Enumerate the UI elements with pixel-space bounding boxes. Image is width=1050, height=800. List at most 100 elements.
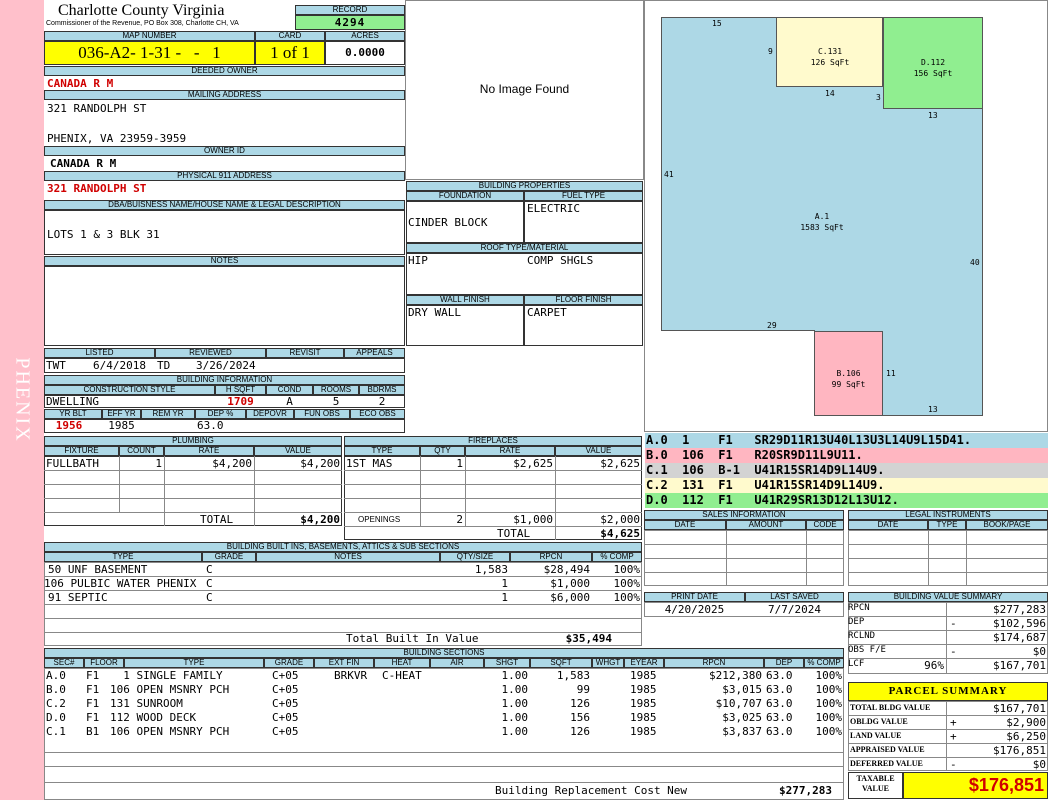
vs-rclnd: $174,687 xyxy=(993,631,1046,644)
mailing-address-label: MAILING ADDRESS xyxy=(44,90,405,100)
yrblt-label: YR BLT xyxy=(44,409,102,419)
sections-shgt-header: SHGT xyxy=(484,658,530,668)
ps-deferred: $0 xyxy=(1032,758,1046,771)
map-number: 036-A2- 1-31 - - 1 xyxy=(44,41,255,65)
bdrms-label: BDRMS xyxy=(359,385,405,395)
yrblt: 1956 xyxy=(55,419,83,432)
sketch-segment: D.0 112 F1 U41R29SR13D12L13U12. xyxy=(645,493,1048,508)
rooms-label: ROOMS xyxy=(313,385,359,395)
sketch-dimension: 15 xyxy=(712,19,722,28)
physical-address-label: PHYSICAL 911 ADDRESS xyxy=(44,171,405,181)
openings-label: OPENINGS xyxy=(358,515,401,524)
sketch-dimension: 11 xyxy=(886,369,896,378)
builtins-qty-header: QTY/SIZE xyxy=(440,552,510,562)
builtins-row-comp: 100% xyxy=(613,563,641,576)
replacement-cost: $277,283 xyxy=(779,784,832,797)
ps-deferred-label: DEFERRED VALUE xyxy=(850,759,923,768)
builtins-row-grade: C xyxy=(206,591,213,604)
sales-info-title: SALES INFORMATION xyxy=(644,510,844,520)
appeals-label: APPEALS xyxy=(344,348,405,358)
plumbing-title: PLUMBING xyxy=(44,436,342,446)
funobs-label: FUN OBS xyxy=(294,409,350,419)
sketch-dimension: 14 xyxy=(825,89,835,98)
plumbing-value-header: VALUE xyxy=(254,446,342,456)
section-row-eyear: 1985 xyxy=(630,711,657,724)
sections-eyear-header: EYEAR xyxy=(624,658,664,668)
openings-qty: 2 xyxy=(456,513,463,526)
section-row-floor: F1 xyxy=(86,711,100,724)
effyr-label: EFF YR xyxy=(102,409,141,419)
plumbing-total: $4,200 xyxy=(300,513,340,526)
builtins-type-header: TYPE xyxy=(44,552,202,562)
vs-lcf: $167,701 xyxy=(993,659,1046,672)
sections-extfin-header: EXT FIN xyxy=(314,658,374,668)
vs-lcf-label: LCF xyxy=(848,659,865,669)
wall-finish-label: WALL FINISH xyxy=(406,295,524,305)
ecoobs-label: ECO OBS xyxy=(350,409,405,419)
record-label: RECORD xyxy=(295,5,405,15)
reviewed-date: 3/26/2024 xyxy=(196,359,256,372)
floor-finish: CARPET xyxy=(527,306,567,319)
section-row-eyear: 1985 xyxy=(630,683,657,696)
fireplace-rate-header: RATE xyxy=(465,446,555,456)
section-row-dep: 63.0 xyxy=(766,711,793,724)
section-row-sec: A.0 xyxy=(46,669,66,682)
fireplace-value-header: VALUE xyxy=(555,446,642,456)
sketch-label-c131-sqft: 126 SqFt xyxy=(810,58,850,67)
sections-floor-header: FLOOR xyxy=(84,658,124,668)
section-row-eyear: 1985 xyxy=(630,697,657,710)
section-row-dep: 63.0 xyxy=(766,669,793,682)
sketch-dimension: 41 xyxy=(664,170,674,179)
foundation-value: CINDER BLOCK xyxy=(408,216,488,229)
builtins-title: BUILDING BUILT INS, BASEMENTS, ATTICS & … xyxy=(44,542,642,552)
fireplace-value: $2,625 xyxy=(600,457,640,470)
taxable-label-line2: VALUE xyxy=(862,784,889,793)
fireplace-total-label: TOTAL xyxy=(497,527,531,540)
builtins-row-type: 50 UNF BASEMENT xyxy=(48,563,148,576)
builtins-notes-header: NOTES xyxy=(256,552,440,562)
builtins-grade-header: GRADE xyxy=(202,552,256,562)
section-row-shgt: 1.00 xyxy=(501,697,529,710)
sketch-area-a1-shape xyxy=(883,109,983,416)
notes-label: NOTES xyxy=(44,256,405,266)
deeded-owner-label: DEEDED OWNER xyxy=(44,66,405,76)
sections-rpcn-header: RPCN xyxy=(664,658,764,668)
rooms: 5 xyxy=(332,395,340,408)
no-image-text: No Image Found xyxy=(479,82,570,96)
sketch-label-b106-sqft: 99 SqFt xyxy=(831,380,866,389)
legal-bookpage-header: BOOK/PAGE xyxy=(966,520,1048,530)
listed-date: 6/4/2018 xyxy=(93,359,146,372)
openings-value: $2,000 xyxy=(600,513,640,526)
sales-amount-header: AMOUNT xyxy=(726,520,806,530)
plumbing-count: 1 xyxy=(155,457,162,470)
builtins-row-type: 91 SEPTIC xyxy=(48,591,108,604)
section-row-sqft: 126 xyxy=(570,725,590,738)
sketch-dimension: 40 xyxy=(970,258,980,267)
section-row-comp: 100% xyxy=(815,711,843,724)
print-date-label: PRINT DATE xyxy=(644,592,745,602)
sketch-label-d112-id: D.112 xyxy=(920,58,946,67)
legal-type-header: TYPE xyxy=(928,520,966,530)
county-title: Charlotte County Virginia xyxy=(58,2,225,19)
section-row-dep: 63.0 xyxy=(766,697,793,710)
remyr-label: REM YR xyxy=(141,409,195,419)
section-row-eyear: 1985 xyxy=(630,725,657,738)
sections-dep-header: DEP xyxy=(764,658,804,668)
plumbing-rate: $4,200 xyxy=(212,457,252,470)
ps-land: $6,250 xyxy=(1006,730,1046,743)
sketch-label-a1-sqft: 1583 SqFt xyxy=(800,223,844,232)
building-info-title: BUILDING INFORMATION xyxy=(44,375,405,385)
ps-appraised-label: APPRAISED VALUE xyxy=(850,745,925,754)
effyr: 1985 xyxy=(108,419,135,432)
legal-instruments-title: LEGAL INSTRUMENTS xyxy=(848,510,1048,520)
acres-value: 0.0000 xyxy=(325,41,405,65)
section-row-extfin: BRKVR xyxy=(334,669,368,682)
owner-id: CANADA R M xyxy=(50,157,117,170)
sections-heat-header: HEAT xyxy=(374,658,430,668)
sketch-segment: B.0 106 F1 R20SR9D11L9U11. xyxy=(645,448,1048,463)
openings-rate: $1,000 xyxy=(513,513,553,526)
builtins-comp-header: % COMP xyxy=(592,552,642,562)
mailing-address-line2: PHENIX, VA 23959-3959 xyxy=(47,132,187,145)
record-number: 4294 xyxy=(295,15,405,30)
hsqft-label: H SQFT xyxy=(215,385,266,395)
